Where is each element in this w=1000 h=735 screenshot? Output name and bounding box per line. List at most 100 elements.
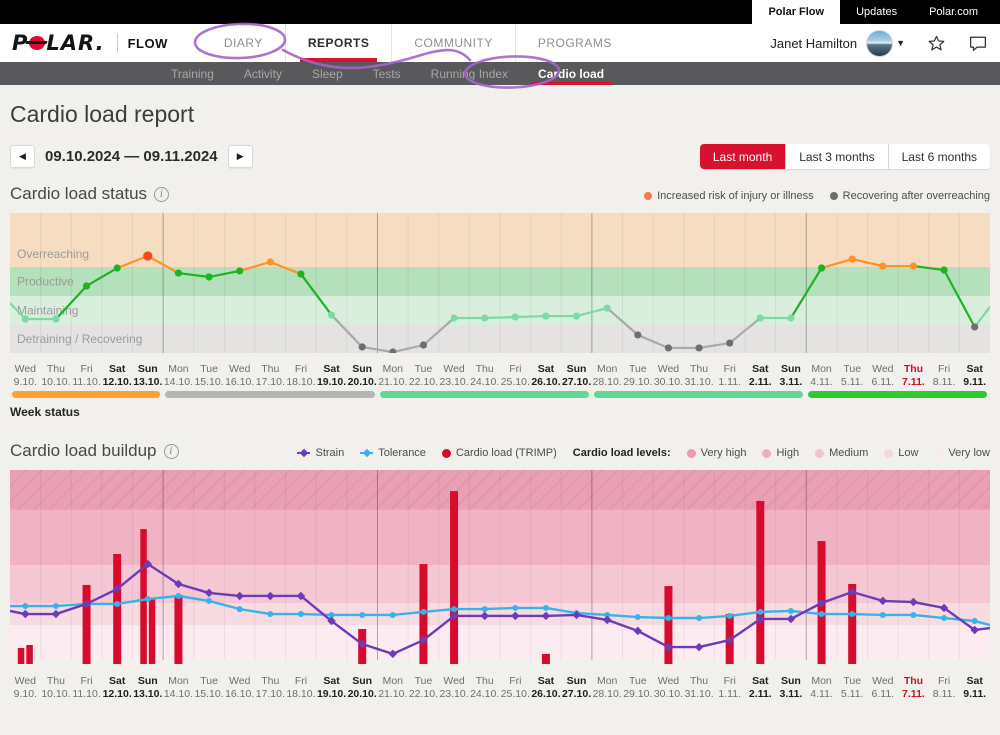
range-button-last-6-months[interactable]: Last 6 months	[888, 144, 990, 169]
axis-label: Wed9.10.	[10, 363, 41, 388]
avatar[interactable]	[866, 30, 893, 57]
subnav-item-cardio-load[interactable]: Cardio load	[523, 62, 619, 85]
axis-label: Fri1.11.	[714, 363, 745, 388]
axis-label: Sun3.11.	[776, 675, 807, 700]
axis-label: Sun20.10.	[347, 675, 378, 700]
marker-diamond	[362, 449, 370, 457]
top-tab-updates[interactable]: Updates	[840, 0, 913, 24]
favorite-star-button[interactable]	[927, 34, 946, 53]
subnav-item-sleep[interactable]: Sleep	[297, 62, 358, 85]
buildup-section-head: Cardio load buildup i StrainToleranceCar…	[10, 439, 990, 463]
sub-nav: TrainingActivitySleepTestsRunning IndexC…	[0, 62, 1000, 85]
subnav-item-tests[interactable]: Tests	[358, 62, 416, 85]
week-status-segment	[12, 391, 160, 398]
axis-label: Thu10.10.	[41, 675, 72, 700]
cardio-load-levels-label: Cardio load levels:	[573, 447, 671, 459]
flow-label: FLOW	[128, 36, 168, 51]
svg-text:Productive: Productive	[17, 275, 74, 289]
top-tab-polar-com[interactable]: Polar.com	[913, 0, 994, 24]
legend-label: Increased risk of injury or illness	[657, 190, 814, 202]
status-chart: OverreachingProductiveMaintainingDetrain…	[10, 213, 990, 358]
axis-label: Sat26.10.	[531, 363, 562, 388]
axis-label: Sat2.11.	[745, 363, 776, 388]
axis-label: Wed23.10.	[439, 363, 470, 388]
axis-label: Mon4.11.	[806, 675, 837, 700]
status-chart-svg: OverreachingProductiveMaintainingDetrain…	[10, 213, 990, 353]
polar-logo[interactable]: PLAR.	[12, 31, 105, 55]
trimp-dot-icon	[442, 449, 451, 458]
axis-label: Sun13.10.	[133, 675, 164, 700]
axis-label: Sun20.10.	[347, 363, 378, 388]
axis-label: Mon21.10.	[378, 675, 409, 700]
divider	[117, 33, 118, 53]
axis-label: Tue5.11.	[837, 675, 868, 700]
axis-label: Tue22.10.	[408, 675, 439, 700]
axis-label: Sat19.10.	[316, 675, 347, 700]
nav-items: DIARYREPORTSCOMMUNITYPROGRAMS	[202, 24, 634, 62]
axis-label: Sun27.10.	[561, 675, 592, 700]
top-tab-polar-flow[interactable]: Polar Flow	[752, 0, 840, 24]
week-status-bar	[10, 391, 990, 398]
buildup-heading: Cardio load buildup	[10, 441, 157, 461]
marker-diamond	[300, 449, 308, 457]
range-button-last-3-months[interactable]: Last 3 months	[785, 144, 887, 169]
axis-label: Sat12.10.	[102, 675, 133, 700]
range-button-last-month[interactable]: Last month	[700, 144, 785, 169]
axis-label: Sat2.11.	[745, 675, 776, 700]
user-name[interactable]: Janet Hamilton	[770, 36, 857, 51]
axis-label: Thu31.10.	[684, 363, 715, 388]
legend-label: Low	[898, 447, 918, 459]
axis-label: Mon14.10.	[163, 363, 194, 388]
legend-item: Very low	[934, 447, 990, 459]
subnav-item-activity[interactable]: Activity	[229, 62, 297, 85]
info-icon[interactable]: i	[154, 187, 169, 202]
top-bar: Polar FlowUpdatesPolar.com	[0, 0, 1000, 24]
axis-label: Tue5.11.	[837, 363, 868, 388]
axis-label: Fri8.11.	[929, 675, 960, 700]
legend-item: Recovering after overreaching	[830, 190, 990, 202]
feedback-button[interactable]	[968, 34, 988, 52]
week-status-label: Week status	[10, 405, 990, 419]
axis-label: Mon28.10.	[592, 675, 623, 700]
nav-item-programs[interactable]: PROGRAMS	[515, 24, 634, 62]
subnav-item-training[interactable]: Training	[156, 62, 229, 85]
axis-label: Tue29.10.	[623, 675, 654, 700]
axis-label: Mon28.10.	[592, 363, 623, 388]
axis-label: Fri18.10.	[286, 363, 317, 388]
legend-dot-icon	[830, 192, 838, 200]
subnav-item-running-index[interactable]: Running Index	[416, 62, 523, 85]
week-status-segment	[380, 391, 589, 398]
axis-label: Thu7.11.	[898, 363, 929, 388]
series-marker-icon	[360, 449, 373, 458]
nav-item-diary[interactable]: DIARY	[202, 24, 285, 62]
buildup-legend: StrainToleranceCardio load (TRIMP)Cardio…	[297, 447, 990, 459]
star-icon	[927, 34, 946, 53]
prev-period-button[interactable]: ◀	[10, 145, 35, 168]
axis-label: Sat26.10.	[531, 675, 562, 700]
report-content: Cardio load report ◀ 09.10.2024 — 09.11.…	[0, 101, 1000, 700]
axis-label: Sat19.10.	[316, 363, 347, 388]
legend-item: Very high	[687, 447, 747, 459]
legend-item: Low	[884, 447, 918, 459]
polar-logo-o-icon	[29, 36, 45, 50]
logo-letters: LAR.	[46, 31, 104, 55]
date-range: 09.10.2024 — 09.11.2024	[45, 148, 218, 165]
nav-item-community[interactable]: COMMUNITY	[391, 24, 515, 62]
nav-right: Janet Hamilton ▼	[770, 30, 988, 57]
svg-text:Detraining / Recovering: Detraining / Recovering	[17, 332, 142, 346]
chevron-down-icon[interactable]: ▼	[896, 38, 905, 48]
level-dot-icon	[884, 449, 893, 458]
buildup-chart	[10, 470, 990, 670]
next-period-button[interactable]: ▶	[228, 145, 253, 168]
axis-label: Tue15.10.	[194, 363, 225, 388]
nav-item-reports[interactable]: REPORTS	[285, 24, 392, 62]
axis-label: Thu10.10.	[41, 363, 72, 388]
axis-label: Sun27.10.	[561, 363, 592, 388]
axis-label: Tue22.10.	[408, 363, 439, 388]
axis-label: Wed6.11.	[868, 675, 899, 700]
main-nav: PLAR. FLOW DIARYREPORTSCOMMUNITYPROGRAMS…	[0, 24, 1000, 62]
legend-label: Cardio load (TRIMP)	[456, 447, 557, 459]
legend-label: Recovering after overreaching	[843, 190, 990, 202]
axis-label: Fri25.10.	[500, 675, 531, 700]
info-icon[interactable]: i	[164, 444, 179, 459]
